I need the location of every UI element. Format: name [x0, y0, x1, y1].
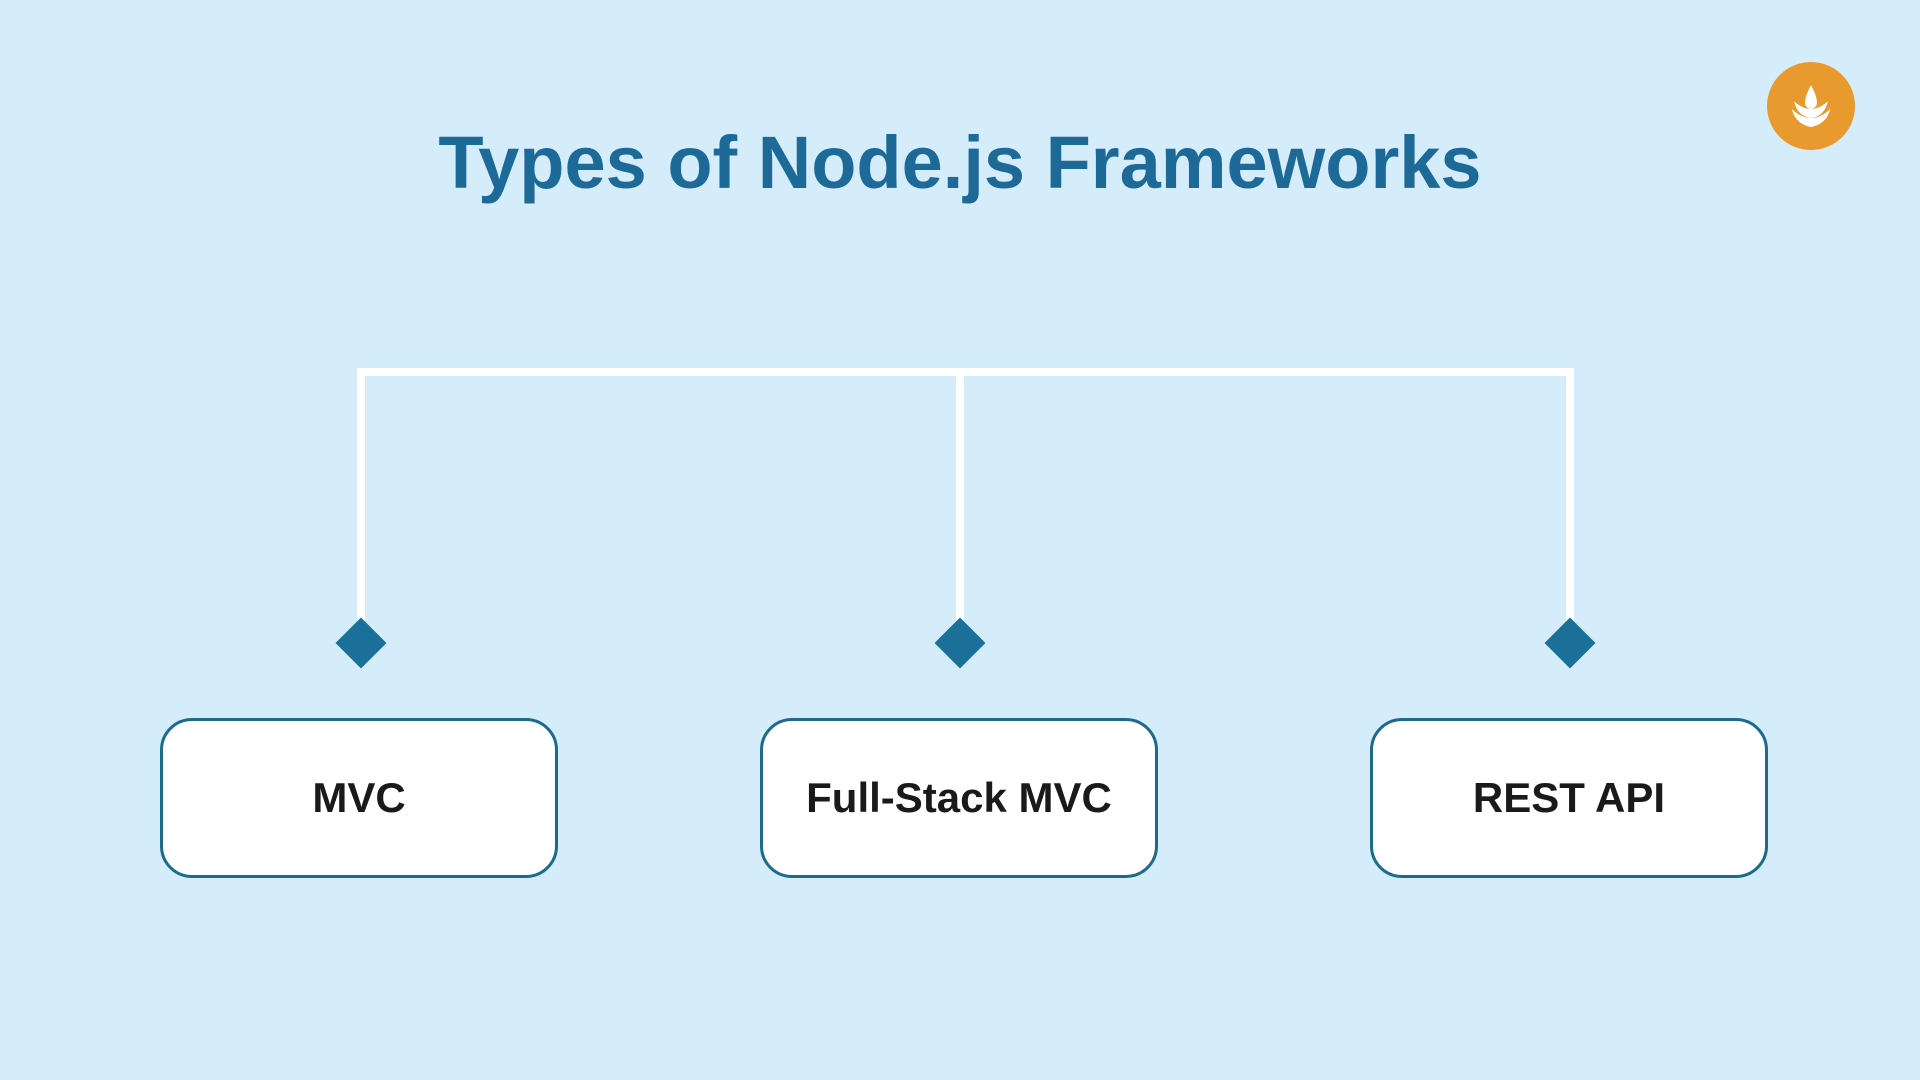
category-card-rest-api: REST API: [1370, 718, 1768, 878]
page-title: Types of Node.js Frameworks: [438, 120, 1481, 205]
vertical-connector-center: [956, 368, 964, 628]
horizontal-connector: [360, 368, 1570, 376]
category-label: Full-Stack MVC: [806, 774, 1112, 822]
framework-diagram: MVC Full-Stack MVC REST API: [160, 368, 1760, 918]
category-card-fullstack-mvc: Full-Stack MVC: [760, 718, 1158, 878]
vertical-connector-right: [1566, 368, 1574, 628]
category-card-mvc: MVC: [160, 718, 558, 878]
category-label: REST API: [1473, 774, 1665, 822]
logo-badge: [1767, 62, 1855, 150]
category-label: MVC: [312, 774, 405, 822]
vertical-connector-left: [357, 368, 365, 628]
lotus-flame-icon: [1781, 76, 1841, 136]
